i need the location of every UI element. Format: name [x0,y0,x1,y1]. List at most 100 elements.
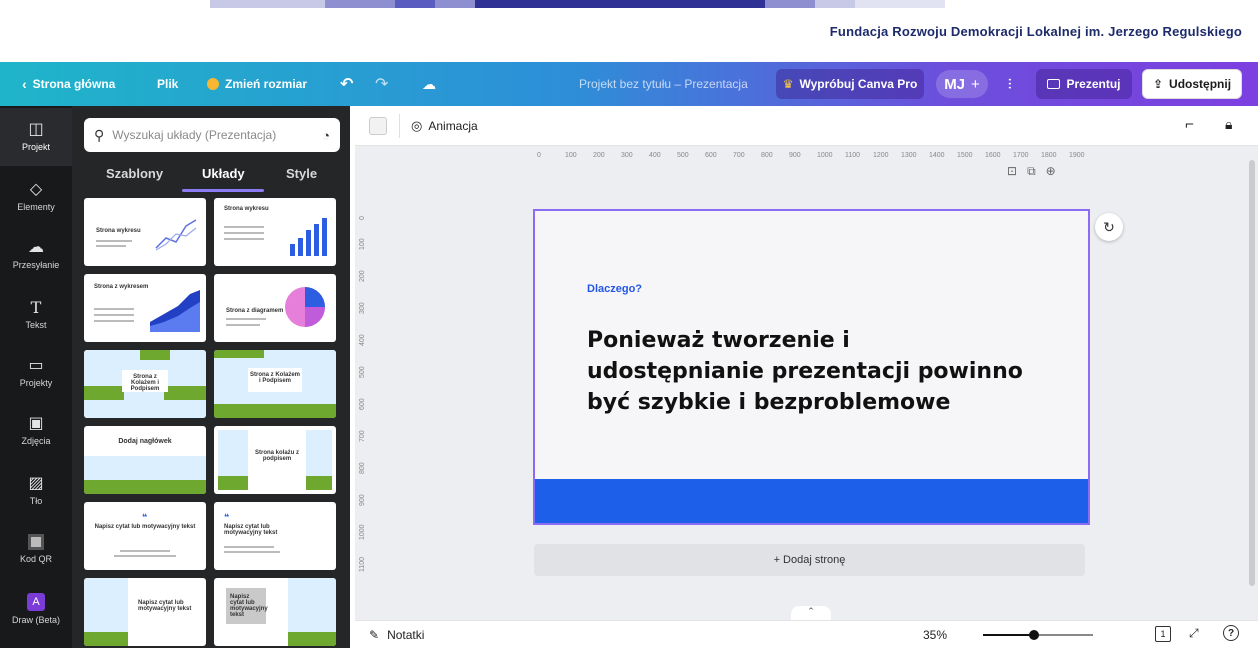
background-color-swatch[interactable] [369,117,387,135]
thumb-line [114,555,176,557]
notes-button[interactable]: ✎ Notatki [369,628,424,642]
home-button[interactable]: ‹ Strona główna [22,62,115,106]
save-status-button[interactable]: ☁ [422,62,436,106]
rail-item-photos[interactable]: ▣ Zdjęcia [0,402,72,460]
layout-thumb-chart[interactable]: Strona wykresu [214,198,336,266]
ruler-tick: 400 [649,152,661,159]
ruler-tick: 300 [359,302,366,314]
share-upload-icon: ⇪ [1152,77,1164,91]
band-segment [765,0,815,8]
bar-chart-icon: ⫶ [1008,75,1012,92]
tab-layouts[interactable]: Układy [202,166,245,181]
layout-thumb-quote[interactable]: ❝ Napisz cytat lub motywacyjny tekst [84,502,206,570]
fullscreen-icon[interactable]: ⤢ [1189,626,1199,641]
thumb-line [120,550,170,552]
add-page-icon[interactable]: ⊕ [1046,164,1056,179]
zoom-slider-fill [983,634,1034,636]
rail-item-label: Zdjęcia [21,436,51,446]
rail-item-text[interactable]: T Tekst [0,286,72,344]
band-segment [435,0,475,8]
present-button[interactable]: Prezentuj [1036,69,1132,99]
animation-button[interactable]: ◎ Animacja [411,118,478,134]
search-placeholder: Wyszukaj układy (Prezentacja) [112,128,277,142]
ruler-tick: 100 [359,238,366,250]
ruler-tick: 1500 [957,152,973,159]
rail-item-draw[interactable]: A Draw (Beta) [0,580,72,638]
zoom-slider[interactable] [983,630,1093,640]
try-pro-button[interactable]: ♛ Wypróbuj Canva Pro [776,69,924,99]
magic-refresh-button[interactable]: ↻ [1095,213,1123,241]
layout-thumb-quote-photo[interactable]: Napisz cytat lub motywacyjny tekst [214,578,336,646]
slide-eyebrow[interactable]: Dlaczego? [587,283,642,295]
zoom-slider-knob[interactable] [1029,630,1039,640]
undo-button[interactable]: ↶ [340,62,353,106]
shapes-icon: ◇ [29,181,43,198]
slide-title[interactable]: Ponieważ tworzenie i udostępnianie preze… [587,325,1027,418]
ruler-tick: 600 [359,398,366,410]
rail-item-background[interactable]: ▨ Tło [0,462,72,520]
vertical-scrollbar[interactable] [1248,146,1256,616]
layout-thumb-collage[interactable]: Strona z Kolażem i Podpisem [84,350,206,418]
page-count: 1 [1160,629,1166,639]
tab-templates[interactable]: Szablony [106,166,163,181]
format-painter-icon[interactable]: ⌐ [1185,116,1194,133]
rail-item-projects[interactable]: ▭ Projekty [0,344,72,402]
decorative-top-band [0,0,1258,14]
ruler-tick: 700 [359,430,366,442]
rail-item-uploads[interactable]: ☁ Przesyłanie [0,226,72,284]
thumb-title: Napisz cytat lub motywacyjny tekst [138,600,192,612]
lock-icon[interactable]: 🔒︎ [1225,116,1232,133]
page-count-button[interactable]: 1 [1155,626,1171,642]
user-avatar-button[interactable]: MJ + [936,70,988,98]
qr-icon [28,534,44,550]
redo-button[interactable]: ↷ [375,62,388,106]
layout-thumb-collage[interactable]: Strona z Kolażem i Podpisem [214,350,336,418]
search-icon: ⚲ [94,126,105,143]
plus-icon: + [971,75,980,93]
layout-thumb-chart[interactable]: Strona z wykresem [84,274,206,342]
rail-item-qr-code[interactable]: Kod QR [0,520,72,578]
canva-editor-screen: Fundacja Rozwoju Demokracji Lokalnej im.… [0,0,1258,648]
rail-item-project[interactable]: ◫ Projekt [0,108,72,166]
layout-thumb-chart[interactable]: Strona wykresu [84,198,206,266]
file-menu[interactable]: Plik [157,62,178,106]
slide-tools: ⊡ ⧉ ⊕ [1007,164,1056,179]
ruler-tick: 100 [565,152,577,159]
scrollbar-thumb[interactable] [1249,160,1255,586]
layout-thumb-quote[interactable]: ❝ Napisz cytat lub motywacyjny tekst [214,502,336,570]
resize-button[interactable]: Zmień rozmiar [207,62,307,106]
chevron-left-icon: ‹ [22,76,27,92]
document-title[interactable]: Projekt bez tytułu – Prezentacja [579,62,748,106]
ruler-tick: 1100 [359,556,366,572]
slide-canvas[interactable]: Dlaczego? Ponieważ tworzenie i udostępni… [533,209,1090,525]
rail-item-label: Draw (Beta) [11,615,60,625]
thumb-title: Strona wykresu [224,206,269,212]
thumb-photo [214,350,264,358]
thumb-line [224,232,264,234]
layouts-search-input[interactable]: ⚲ Wyszukaj układy (Prezentacja) ◔ [84,118,340,152]
band-segment [815,0,855,8]
editor-header: ‹ Strona główna Plik Zmień rozmiar ↶ ↷ ☁… [0,62,1258,106]
add-page-button[interactable]: + Dodaj stronę [534,544,1085,576]
editor-footer: ✎ Notatki 35% 1 ⤢ ? [355,620,1258,648]
layout-thumb-diagram[interactable]: Strona z diagramem [214,274,336,342]
try-pro-label: Wypróbuj Canva Pro [799,77,918,91]
layout-thumb-collage[interactable]: Strona kolażu z podpisem [214,426,336,494]
share-button[interactable]: ⇪ Udostępnij [1142,69,1242,99]
tab-styles[interactable]: Style [286,166,317,181]
lock-icon[interactable]: ⊡ [1007,164,1017,179]
chevron-up-icon[interactable]: ⌃ [791,606,831,620]
layout-thumb-quote-photo[interactable]: Napisz cytat lub motywacyjny tekst [84,578,206,646]
help-icon[interactable]: ? [1223,625,1239,641]
duplicate-icon[interactable]: ⧉ [1027,164,1036,179]
home-label: Strona główna [32,77,116,91]
rail-item-elements[interactable]: ◇ Elementy [0,168,72,226]
palette-icon[interactable]: ◔ [322,128,330,143]
layout-thumb-header[interactable]: Dodaj nagłówek [84,426,206,494]
animation-label: Animacja [428,119,478,133]
thumb-title: Napisz cytat lub motywacyjny tekst [230,594,268,618]
slide-footer-bar[interactable] [535,479,1088,523]
undo-icon: ↶ [340,76,354,93]
analytics-button[interactable]: ⫶ [1008,62,1012,106]
layout-thumbnails: Strona wykresu Strona wykresu Strona z w… [84,198,338,648]
